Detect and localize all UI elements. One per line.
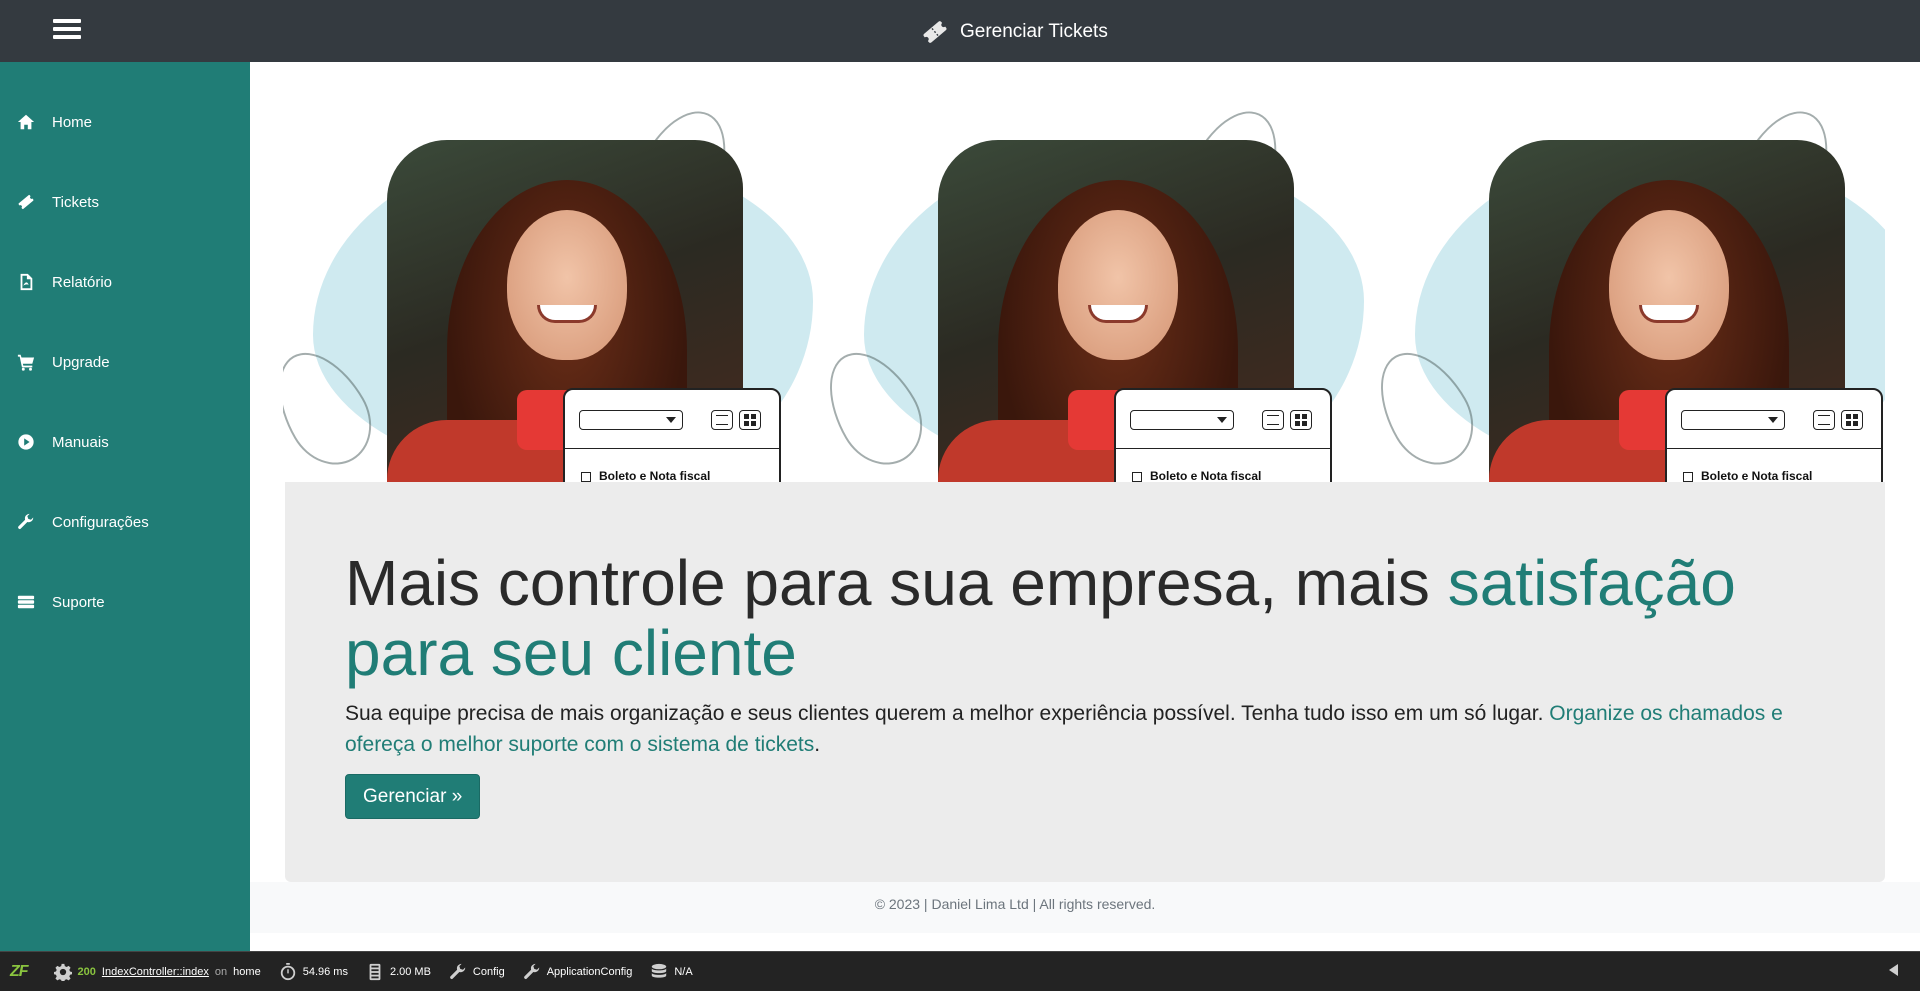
lead-paragraph: Sua equipe precisa de mais organização e… bbox=[345, 698, 1805, 760]
app-config-info[interactable]: ApplicationConfig bbox=[523, 963, 633, 981]
sidebar-item-manuais[interactable]: Manuais bbox=[0, 412, 250, 472]
lead-end-text: . bbox=[814, 733, 821, 756]
jumbotron: Mais controle para sua empresa, mais sat… bbox=[285, 482, 1885, 882]
status-code: 200 bbox=[77, 965, 96, 978]
sidebar-item-tickets[interactable]: Tickets bbox=[0, 172, 250, 232]
sidebar-item-label: Manuais bbox=[52, 433, 109, 451]
zf-logo[interactable]: ZF bbox=[10, 963, 29, 981]
wrench-icon bbox=[16, 512, 36, 532]
mockup-checkbox-label: Boleto e Nota fiscal bbox=[599, 469, 711, 482]
sidebar-item-upgrade[interactable]: Upgrade bbox=[0, 332, 250, 392]
hero-illustration: Boleto e Nota fiscal bbox=[283, 108, 817, 482]
sidebar-item-label: Relatório bbox=[52, 273, 113, 291]
headline-text: Mais controle para sua empresa, mais bbox=[345, 547, 1448, 619]
app-mockup-card: Boleto e Nota fiscal bbox=[1665, 388, 1883, 482]
app-title: Gerenciar Tickets bbox=[960, 21, 1108, 42]
hero-banner: Boleto e Nota fiscal Boleto e Nota fisca… bbox=[283, 108, 1885, 482]
sidebar-item-label: Upgrade bbox=[52, 353, 110, 371]
hero-illustration: Boleto e Nota fiscal bbox=[809, 108, 1368, 482]
navbar-brand[interactable]: Gerenciar Tickets bbox=[920, 16, 1108, 48]
database-info[interactable]: N/A bbox=[650, 963, 693, 981]
mockup-checkbox-label: Boleto e Nota fiscal bbox=[1150, 469, 1262, 482]
ticket-icon bbox=[923, 21, 947, 43]
mockup-checkbox-label: Boleto e Nota fiscal bbox=[1701, 469, 1813, 482]
lead-text: Sua equipe precisa de mais organização e… bbox=[345, 702, 1550, 725]
page-headline: Mais controle para sua empresa, mais sat… bbox=[345, 548, 1845, 688]
database-status: N/A bbox=[674, 965, 693, 978]
config-label: Config bbox=[472, 965, 505, 978]
gear-icon bbox=[53, 963, 72, 981]
sidebar-item-label: Suporte bbox=[52, 593, 105, 611]
top-navbar: Gerenciar Tickets bbox=[0, 0, 1920, 62]
play-circle-icon bbox=[16, 432, 36, 452]
memory-usage: 2.00 MB bbox=[389, 965, 431, 978]
memory-icon bbox=[369, 963, 381, 980]
app-mockup-card: Boleto e Nota fiscal bbox=[1114, 388, 1332, 482]
controller-action[interactable]: IndexController::index bbox=[102, 966, 209, 978]
sidebar-item-home[interactable]: Home bbox=[0, 92, 250, 152]
gerenciar-button[interactable]: Gerenciar » bbox=[345, 774, 481, 819]
sidebar-item-label: Home bbox=[52, 113, 93, 131]
request-time: 54.96 ms bbox=[302, 965, 348, 978]
timer-info[interactable]: 54.96 ms bbox=[279, 962, 348, 981]
footer: © 2023 | Daniel Lima Ltd | All rights re… bbox=[250, 882, 1920, 933]
cart-icon bbox=[16, 352, 36, 372]
on-text: on bbox=[214, 965, 228, 978]
hamburger-icon[interactable] bbox=[53, 19, 81, 43]
wrench-icon bbox=[449, 963, 466, 979]
sidebar-item-label: Configurações bbox=[52, 513, 149, 531]
hero-illustration: Boleto e Nota fiscal bbox=[1360, 108, 1885, 482]
sidebar-item-relatorio[interactable]: Relatório bbox=[0, 252, 250, 312]
developer-toolbar: ZF 200 IndexController::index on home 54… bbox=[0, 951, 1920, 991]
collapse-toolbar-icon[interactable] bbox=[1889, 964, 1898, 976]
wrench-icon bbox=[523, 963, 539, 979]
pdf-file-icon bbox=[16, 272, 36, 292]
stopwatch-icon bbox=[280, 962, 295, 980]
sidebar-item-suporte[interactable]: Suporte bbox=[0, 572, 250, 632]
server-icon bbox=[16, 592, 36, 612]
request-info[interactable]: 200 IndexController::index on home bbox=[53, 963, 261, 981]
memory-info[interactable]: 2.00 MB bbox=[366, 963, 431, 981]
sidebar-item-configuracoes[interactable]: Configurações bbox=[0, 492, 250, 552]
home-icon bbox=[16, 112, 36, 132]
sidebar-item-label: Tickets bbox=[52, 193, 99, 211]
app-config-label: ApplicationConfig bbox=[546, 965, 633, 978]
database-icon bbox=[652, 963, 667, 978]
config-info[interactable]: Config bbox=[449, 963, 505, 981]
sidebar: Home Tickets Relatório Upgrade Manuais C… bbox=[0, 62, 250, 951]
copyright-text: © 2023 | Daniel Lima Ltd | All rights re… bbox=[874, 896, 1156, 912]
app-mockup-card: Boleto e Nota fiscal bbox=[563, 388, 781, 482]
ticket-icon bbox=[16, 192, 36, 212]
route-name: home bbox=[233, 965, 261, 978]
